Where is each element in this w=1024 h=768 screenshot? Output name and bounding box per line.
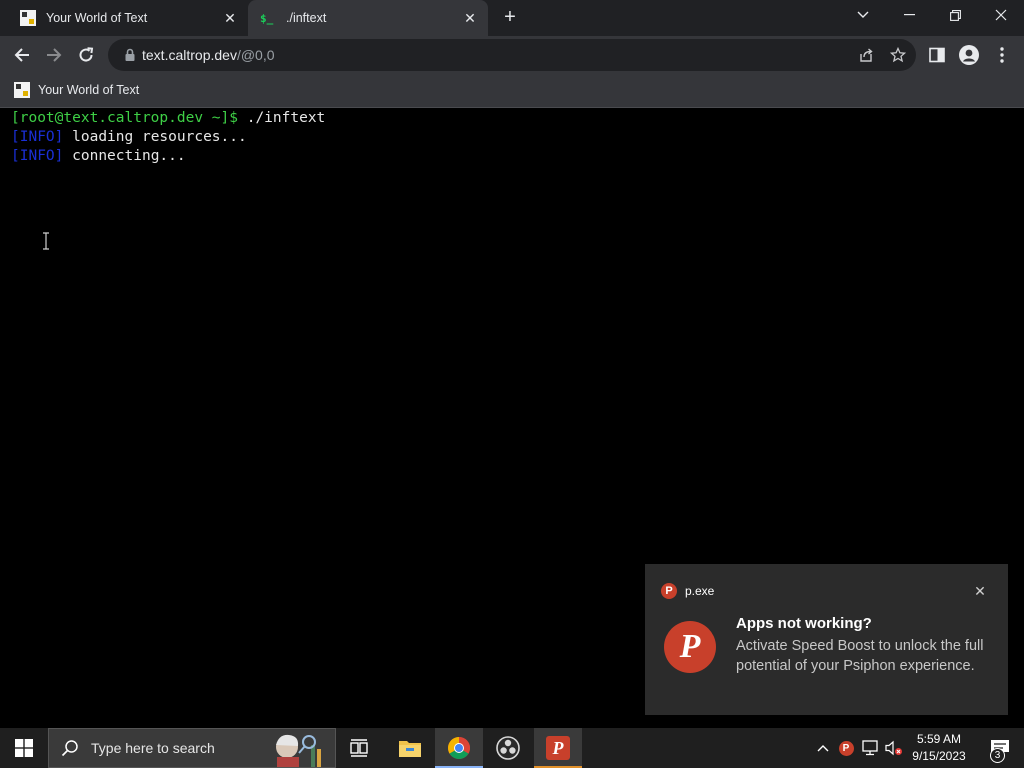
close-tab-icon[interactable]: ✕ bbox=[460, 8, 480, 28]
terminal-command-line: [root@text.caltrop.dev ~]$ ./inftext bbox=[11, 109, 325, 128]
terminal-favicon-icon: $_ bbox=[260, 11, 274, 25]
kebab-menu-icon[interactable] bbox=[992, 45, 1012, 65]
ywot-favicon-icon bbox=[14, 82, 30, 98]
profile-avatar-icon[interactable] bbox=[959, 45, 979, 65]
toast-title: Apps not working? bbox=[736, 615, 872, 632]
reload-icon[interactable] bbox=[72, 41, 100, 69]
info-tag: [INFO] bbox=[11, 129, 64, 145]
url-text: text.caltrop.dev/@0,0 bbox=[142, 47, 275, 63]
psiphon-taskbar-button[interactable]: P bbox=[534, 728, 582, 768]
clock-time: 5:59 AM bbox=[916, 732, 962, 746]
taskbar-clock[interactable]: 5:59 AM 9/15/2023 bbox=[908, 731, 970, 765]
url-host: text.caltrop.dev bbox=[142, 47, 237, 63]
close-tab-icon[interactable]: ✕ bbox=[220, 8, 240, 28]
text-cursor-ibeam-icon bbox=[43, 232, 49, 250]
terminal-output-line: [INFO] loading resources... bbox=[11, 128, 247, 147]
minimize-window-icon[interactable] bbox=[886, 0, 932, 30]
windows-taskbar: Type here to search P P 5:59 AM 9/15/202… bbox=[0, 728, 1024, 768]
tab-your-world-of-text[interactable]: Your World of Text ✕ bbox=[8, 0, 248, 36]
log-text: loading resources... bbox=[72, 129, 247, 145]
show-hidden-icons-chevron-icon[interactable] bbox=[814, 728, 832, 768]
new-tab-button[interactable]: + bbox=[498, 6, 522, 30]
file-explorer-icon bbox=[399, 741, 421, 757]
terminal-prompt: [root@text.caltrop.dev ~]$ bbox=[11, 110, 238, 126]
back-arrow-icon[interactable] bbox=[8, 41, 36, 69]
tab-inftext[interactable]: $_ ./inftext ✕ bbox=[248, 0, 488, 36]
notification-count-badge: 3 bbox=[990, 748, 1005, 763]
toast-app-name: p.exe bbox=[685, 584, 715, 598]
bookmark-label: Your World of Text bbox=[38, 83, 140, 97]
volume-muted-icon[interactable] bbox=[884, 728, 904, 768]
windows-start-button[interactable] bbox=[0, 728, 48, 768]
bookmarks-bar: Your World of Text bbox=[0, 74, 1024, 108]
share-icon[interactable] bbox=[858, 47, 874, 63]
address-bar[interactable]: text.caltrop.dev/@0,0 bbox=[108, 39, 916, 71]
close-window-icon[interactable] bbox=[978, 0, 1024, 30]
search-icon bbox=[61, 740, 78, 757]
obs-icon bbox=[496, 736, 520, 760]
bookmark-your-world-of-text[interactable]: Your World of Text bbox=[14, 82, 139, 98]
ywot-favicon-icon bbox=[20, 10, 36, 26]
bookmark-star-icon[interactable] bbox=[890, 47, 906, 63]
taskbar-search-box[interactable]: Type here to search bbox=[48, 728, 336, 768]
chrome-taskbar-button[interactable] bbox=[435, 728, 483, 768]
tab-search-chevron-icon[interactable] bbox=[840, 0, 886, 30]
info-tag: [INFO] bbox=[11, 148, 64, 164]
tab-title: ./inftext bbox=[286, 11, 327, 25]
tab-strip: Your World of Text ✕ $_ ./inftext ✕ + bbox=[0, 0, 1024, 36]
task-view-icon bbox=[350, 739, 368, 757]
restore-window-icon[interactable] bbox=[932, 0, 978, 30]
psiphon-tray-icon[interactable]: P bbox=[836, 728, 856, 768]
network-icon[interactable] bbox=[860, 728, 882, 768]
psiphon-icon: P bbox=[546, 736, 570, 760]
clock-date: 9/15/2023 bbox=[912, 749, 966, 763]
tab-title: Your World of Text bbox=[46, 11, 148, 25]
terminal-command: ./inftext bbox=[246, 110, 326, 126]
toast-body: Activate Speed Boost to unlock the full … bbox=[736, 638, 984, 674]
side-panel-icon[interactable] bbox=[927, 45, 947, 65]
url-path: /@0,0 bbox=[236, 47, 275, 63]
psiphon-logo-icon: P bbox=[664, 621, 716, 673]
task-view-button[interactable] bbox=[336, 728, 384, 768]
file-explorer-button[interactable] bbox=[386, 728, 434, 768]
search-placeholder: Type here to search bbox=[91, 740, 215, 756]
browser-toolbar: text.caltrop.dev/@0,0 bbox=[0, 36, 1024, 74]
close-icon[interactable]: ✕ bbox=[971, 582, 989, 600]
terminal-output-line: [INFO] connecting... bbox=[11, 147, 186, 166]
search-highlight-illustration-icon bbox=[276, 734, 321, 767]
log-text: connecting... bbox=[72, 148, 186, 164]
chrome-icon bbox=[448, 737, 470, 759]
obs-taskbar-button[interactable] bbox=[484, 728, 532, 768]
psiphon-toast-notification[interactable]: P p.exe ✕ P Apps not working? Activate S… bbox=[645, 564, 1008, 715]
toast-app-header: P p.exe bbox=[661, 583, 714, 599]
psiphon-small-icon: P bbox=[661, 583, 677, 599]
lock-icon[interactable] bbox=[122, 47, 138, 63]
windows-logo-icon bbox=[15, 739, 33, 757]
forward-arrow-icon[interactable] bbox=[40, 41, 68, 69]
